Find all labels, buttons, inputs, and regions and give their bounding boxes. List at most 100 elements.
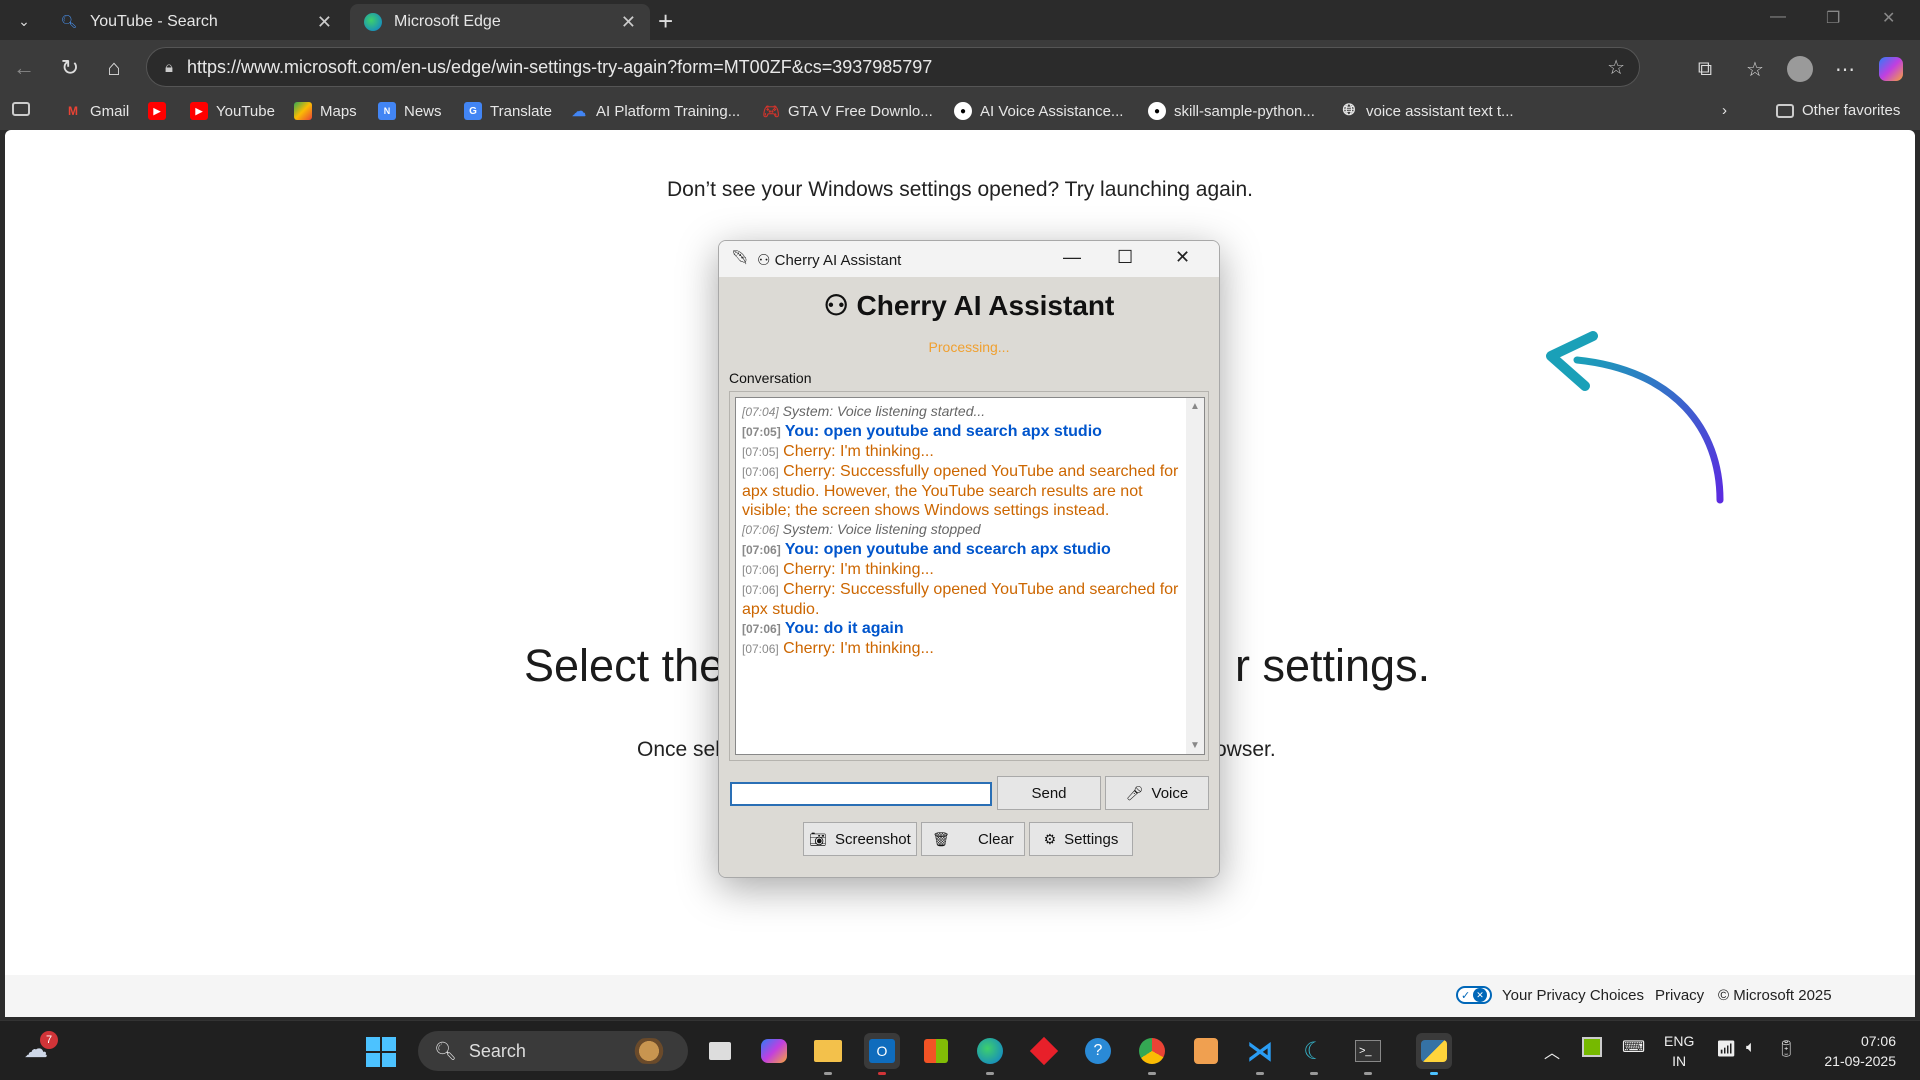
favorite-youtube[interactable]: ▶ YouTube xyxy=(190,102,275,120)
settings-button[interactable]: ⚙︎ Settings xyxy=(1029,822,1133,856)
new-tab-button[interactable]: + xyxy=(658,6,673,37)
conversation-log[interactable]: [07:04] System: Voice listening started.… xyxy=(735,397,1205,755)
screenshot-button[interactable]: 📷︎ Screenshot xyxy=(803,822,917,856)
app-close-icon[interactable]: ✕ xyxy=(1175,247,1190,268)
edge-taskbar-icon[interactable] xyxy=(972,1033,1008,1075)
gear-icon: ⚙︎ xyxy=(1043,830,1057,847)
taskbar-search[interactable]: 🔍︎ Search xyxy=(418,1031,688,1071)
favorite-ai-platform[interactable]: ☁ AI Platform Training... xyxy=(570,102,740,120)
conversation-message-user: [07:06] You: open youtube and scearch ap… xyxy=(742,540,1182,560)
favorite-gmail[interactable]: M Gmail xyxy=(64,102,129,120)
feather-icon: 🪶︎ xyxy=(731,249,749,265)
conversation-message-cherry: [07:06] Cherry: I'm thinking... xyxy=(742,560,1182,580)
controller-icon: 🎮︎ xyxy=(762,102,780,119)
scroll-up-icon[interactable]: ▲ xyxy=(1190,401,1200,412)
favorite-label: voice assistant text t... xyxy=(1366,102,1514,120)
gpu-tray-icon[interactable] xyxy=(1582,1037,1602,1057)
github-icon: ● xyxy=(954,102,972,120)
profile-avatar[interactable] xyxy=(1785,54,1815,84)
close-tab-icon[interactable]: ✕ xyxy=(621,12,636,33)
wifi-icon[interactable]: 📶︎ xyxy=(1716,1039,1736,1059)
language-indicator[interactable]: ENG IN xyxy=(1664,1031,1694,1071)
refresh-icon[interactable]: ↻ xyxy=(56,54,84,82)
favorite-ai-voice[interactable]: ● AI Voice Assistance... xyxy=(954,102,1123,120)
message-timestamp: [07:05] xyxy=(742,445,779,459)
back-arrow-icon[interactable]: ← xyxy=(10,54,38,82)
privacy-link[interactable]: Privacy xyxy=(1655,987,1704,1004)
python-app-icon[interactable] xyxy=(1416,1033,1452,1075)
favorite-label: AI Voice Assistance... xyxy=(980,102,1124,120)
message-timestamp: [07:06] xyxy=(742,465,779,479)
privacy-choices-icon: ✓ ✕ xyxy=(1456,986,1492,1004)
chrome-icon[interactable] xyxy=(1134,1033,1170,1075)
favorite-voice-assistant[interactable]: 🌐︎ voice assistant text t... xyxy=(1340,102,1514,120)
favorites-icon[interactable]: ☆ xyxy=(1740,54,1770,84)
favorite-news[interactable]: N News xyxy=(378,102,442,120)
scroll-down-icon[interactable]: ▼ xyxy=(1190,740,1200,751)
copilot-icon[interactable] xyxy=(1876,54,1906,84)
task-view-icon[interactable] xyxy=(702,1033,738,1069)
favorite-translate[interactable]: G Translate xyxy=(464,102,552,120)
red-diamond-app-icon[interactable] xyxy=(1026,1033,1062,1069)
collections-button[interactable] xyxy=(12,102,38,116)
vscode-icon[interactable]: ⋊ xyxy=(1242,1033,1278,1075)
restore-icon[interactable]: ❐ xyxy=(1826,8,1840,28)
favorite-gta[interactable]: 🎮︎ GTA V Free Downlo... xyxy=(762,102,933,120)
privacy-choices-link[interactable]: Your Privacy Choices xyxy=(1502,987,1644,1004)
youtube-icon: ▶ xyxy=(190,102,208,120)
close-tab-icon[interactable]: ✕ xyxy=(317,12,332,33)
avatar-app-icon[interactable] xyxy=(1188,1033,1224,1069)
clear-button[interactable]: 🗑︎ Clear xyxy=(921,822,1025,856)
clock-date: 21-09-2025 xyxy=(1824,1053,1896,1069)
favorite-youtube-icon-only[interactable]: ▶ xyxy=(148,102,174,120)
search-icon: 🔍︎ xyxy=(60,14,78,29)
other-favorites[interactable]: Other favorites xyxy=(1776,102,1900,119)
network-app-icon[interactable]: ☾ xyxy=(1296,1033,1332,1075)
outlook-icon[interactable]: O xyxy=(864,1033,900,1075)
microsoft-store-icon[interactable] xyxy=(918,1033,954,1069)
minimize-icon[interactable]: — xyxy=(1770,8,1786,26)
message-text: System: Voice listening started... xyxy=(782,403,986,419)
send-button[interactable]: Send xyxy=(997,776,1101,810)
favorite-skill-sample[interactable]: ● skill-sample-python... xyxy=(1148,102,1315,120)
app-titlebar[interactable]: 🪶︎ ⚇ Cherry AI Assistant — ☐ ✕ xyxy=(719,241,1219,277)
tab-youtube-search[interactable]: 🔍︎ YouTube - Search ✕ xyxy=(46,4,346,40)
favorite-star-icon[interactable]: ☆ xyxy=(1607,55,1625,80)
favorites-overflow-chevron-icon[interactable]: › xyxy=(1722,102,1727,119)
language-code: ENG xyxy=(1664,1033,1695,1049)
app-minimize-icon[interactable]: — xyxy=(1063,247,1081,268)
tab-actions-menu[interactable]: ⌄ xyxy=(10,8,38,34)
voice-button[interactable]: 🎤︎ Voice xyxy=(1105,776,1209,810)
running-indicator xyxy=(878,1072,886,1075)
favorite-maps[interactable]: Maps xyxy=(294,102,357,120)
copilot-taskbar-icon[interactable] xyxy=(756,1033,792,1069)
message-text: Cherry: I'm thinking... xyxy=(783,443,934,460)
file-explorer-icon[interactable] xyxy=(810,1033,846,1075)
tab-microsoft-edge[interactable]: Microsoft Edge ✕ xyxy=(350,4,650,40)
conversation-message-system: [07:04] System: Voice listening started.… xyxy=(742,402,1182,422)
show-hidden-icons-chevron-icon[interactable]: ︿ xyxy=(1544,1039,1560,1063)
terminal-icon[interactable]: >_ xyxy=(1350,1033,1386,1075)
start-button[interactable] xyxy=(366,1037,396,1067)
running-indicator xyxy=(1364,1072,1372,1075)
clock[interactable]: 07:06 21-09-2025 xyxy=(1812,1031,1896,1071)
help-app-icon[interactable]: ? xyxy=(1080,1033,1116,1069)
close-window-icon[interactable]: ✕ xyxy=(1882,8,1895,28)
home-icon[interactable]: ⌂ xyxy=(100,54,128,82)
keyboard-icon[interactable]: ⌨ xyxy=(1622,1037,1645,1057)
message-text: Cherry: I'm thinking... xyxy=(783,561,934,578)
conversation-scrollbar[interactable]: ▲ ▼ xyxy=(1186,398,1204,754)
message-text: You: do it again xyxy=(784,620,904,637)
app-body: ⚇ Cherry AI Assistant Processing... Conv… xyxy=(719,277,1219,877)
app-maximize-icon[interactable]: ☐ xyxy=(1117,247,1133,268)
more-options-icon[interactable]: ⋯ xyxy=(1830,54,1860,84)
conversation-label: Conversation xyxy=(729,370,812,386)
battery-icon[interactable]: 🔋︎ xyxy=(1776,1039,1796,1059)
address-bar[interactable]: 🔒︎ https://www.microsoft.com/en-us/edge/… xyxy=(146,47,1640,87)
message-input[interactable] xyxy=(730,782,992,806)
site-info-icon[interactable]: 🔒︎ xyxy=(165,59,173,76)
github-icon: ● xyxy=(1148,102,1166,120)
extensions-icon[interactable]: ⧉ xyxy=(1690,54,1720,84)
weather-widget[interactable]: ☁ 7 xyxy=(24,1031,60,1067)
volume-icon[interactable]: 🔈︎ xyxy=(1746,1039,1756,1057)
